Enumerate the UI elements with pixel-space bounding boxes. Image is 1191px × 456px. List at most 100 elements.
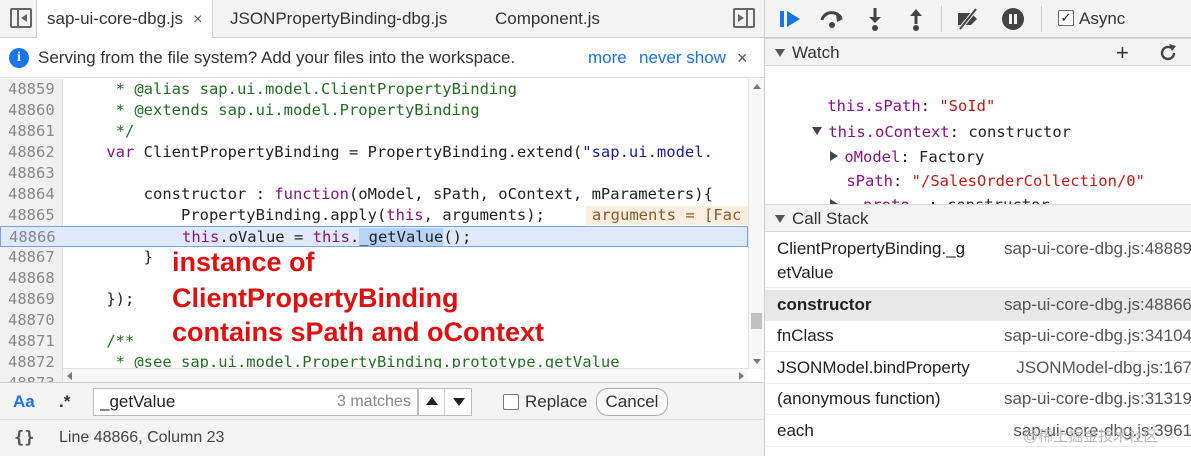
tab-component-js[interactable]: Component.js [495, 0, 600, 38]
replace-checkbox[interactable] [503, 394, 519, 410]
code-fragment: ClientPropertyBinding = PropertyBinding.… [134, 143, 583, 161]
match-count: 3 matches [337, 393, 411, 410]
frame-location[interactable]: sap-ui-core-dbg.js:48889 [1004, 237, 1191, 261]
line-text: constructor : function(oModel, sPath, oC… [69, 184, 713, 205]
async-checkbox[interactable]: ✓ [1058, 10, 1074, 26]
code-fragment: , arguments); [423, 206, 545, 224]
call-frame[interactable]: ClientPropertyBinding._g etValue sap-ui-… [765, 236, 1191, 288]
watch-property[interactable]: __proto__: constructor [793, 169, 1050, 214]
watch-item[interactable]: this.oContext: constructor [775, 96, 1071, 141]
scrollbar-thumb[interactable] [751, 313, 762, 329]
code-line: 48863 [0, 163, 748, 184]
keyword: this [386, 206, 424, 224]
annotation-line-3: contains sPath and oContext [172, 317, 545, 347]
async-label: Async [1079, 9, 1126, 28]
line-text: * @extends sap.ui.model.PropertyBinding [69, 101, 480, 119]
tab-sap-ui-core-dbg[interactable]: sap-ui-core-dbg.js × [36, 0, 214, 39]
toggle-debugger-icon[interactable] [733, 8, 755, 28]
annotation-line-2: ClientPropertyBinding [172, 283, 459, 313]
cancel-button[interactable]: Cancel [596, 388, 668, 416]
line-number: 48864 [8, 185, 55, 203]
line-text: * @alias sap.ui.model.ClientPropertyBind… [69, 80, 517, 98]
refresh-icon[interactable] [1158, 43, 1178, 63]
line-number: 48863 [8, 164, 55, 182]
line-number: 48860 [8, 101, 55, 119]
pretty-print-button[interactable]: {} [14, 420, 34, 456]
horizontal-scrollbar[interactable] [63, 368, 748, 382]
call-frame[interactable]: fnClass sap-ui-core-dbg.js:34104 [765, 321, 1191, 352]
toggle-navigator-icon[interactable] [10, 8, 32, 28]
close-infobar-icon[interactable]: × [737, 38, 748, 78]
code-fragment: .oValue = [219, 228, 313, 246]
code-fragment: (oModel, sPath, oContext, mParameters){ [348, 185, 713, 203]
line-text: var ClientPropertyBinding = PropertyBind… [69, 142, 713, 163]
more-link[interactable]: more [588, 38, 627, 78]
line-number: 48870 [8, 311, 55, 329]
editor-tab-bar: sap-ui-core-dbg.js × JSONPropertyBinding-… [0, 0, 764, 39]
add-watch-icon[interactable]: + [1116, 42, 1129, 64]
line-number: 48866 [9, 228, 56, 246]
call-stack-section-header[interactable]: Call Stack [765, 204, 1191, 232]
frame-location[interactable]: sap-ui-core-dbg.js:34104 [1004, 324, 1191, 348]
line-text: /** [69, 332, 135, 350]
watch-property[interactable]: oModel: Factory [793, 121, 984, 166]
scroll-right-icon[interactable] [739, 372, 744, 380]
frame-function: ClientPropertyBinding._g [777, 239, 966, 258]
watch-property[interactable]: sPath: "/SalesOrderCollection/0" [809, 145, 1145, 190]
match-case-toggle[interactable]: Aa [13, 383, 35, 421]
frame-function: fnClass [777, 326, 834, 345]
chevron-down-icon [453, 398, 465, 406]
frame-location[interactable]: sap-ui-core-dbg.js:48866 [1004, 293, 1191, 317]
code-line: 48862 var ClientPropertyBinding = Proper… [0, 142, 748, 163]
workspace-infobar: i Serving from the file system? Add your… [0, 38, 764, 78]
watch-title: Watch [792, 43, 840, 62]
tab-label: sap-ui-core-dbg.js [47, 9, 184, 28]
resume-icon[interactable] [777, 6, 803, 32]
frame-function: constructor [777, 295, 872, 314]
line-number: 48865 [8, 206, 55, 224]
next-match-button[interactable] [446, 389, 472, 415]
step-over-icon[interactable] [819, 6, 845, 32]
sources-editor-pane: sap-ui-core-dbg.js × JSONPropertyBinding-… [0, 0, 764, 456]
scroll-up-icon[interactable] [753, 84, 761, 89]
regex-toggle[interactable]: .* [59, 383, 70, 421]
line-text: }); [69, 290, 135, 308]
status-bar: {} Line 48866, Column 23 [0, 420, 764, 456]
watch-item[interactable]: this.sPath: "SoId" [790, 70, 995, 115]
search-nav [418, 388, 472, 416]
frame-location[interactable]: sap-ui-core-dbg.js:31319 [1004, 387, 1191, 411]
watch-section-header[interactable]: Watch + [765, 38, 1191, 66]
scroll-left-icon[interactable] [67, 372, 72, 380]
tab-jsonpropertybinding-dbg[interactable]: JSONPropertyBinding-dbg.js [230, 0, 447, 38]
previous-match-button[interactable] [419, 389, 445, 415]
line-number: 48869 [8, 290, 55, 308]
vertical-scrollbar[interactable] [748, 79, 764, 369]
chevron-up-icon [426, 397, 438, 405]
call-frame-selected[interactable]: constructor sap-ui-core-dbg.js:48866 [765, 290, 1191, 321]
scroll-down-icon[interactable] [753, 359, 761, 364]
code-line: 48859 * @alias sap.ui.model.ClientProper… [0, 79, 748, 100]
keyword: this [181, 228, 220, 246]
frame-location[interactable]: JSONModel-dbg.js:167 [1016, 356, 1191, 380]
frame-function: JSONModel.bindProperty [777, 358, 970, 377]
call-frame[interactable]: JSONModel.bindProperty JSONModel-dbg.js:… [765, 352, 1191, 384]
step-into-icon[interactable] [862, 6, 888, 32]
code-fragment: (); [443, 228, 472, 246]
deactivate-breakpoints-icon[interactable] [955, 6, 981, 32]
info-icon: i [9, 48, 29, 68]
pause-on-exceptions-icon[interactable] [1000, 6, 1026, 32]
frame-function: each [777, 421, 814, 440]
line-number: 48861 [8, 122, 55, 140]
line-number: 48859 [8, 80, 55, 98]
close-tab-icon[interactable]: × [193, 11, 202, 28]
step-out-icon[interactable] [903, 6, 929, 32]
call-frame[interactable]: (anonymous function) sap-ui-core-dbg.js:… [765, 384, 1191, 415]
code-fragment: PropertyBinding.apply( [69, 206, 387, 224]
never-show-link[interactable]: never show [639, 38, 726, 78]
call-stack-title: Call Stack [792, 209, 869, 228]
line-text: } [69, 248, 153, 266]
line-number: 48862 [8, 143, 55, 161]
search-match-highlight: _getValue [359, 228, 444, 247]
line-text: PropertyBinding.apply(this, arguments); [69, 205, 545, 226]
code-line: 48867 } [0, 247, 748, 268]
